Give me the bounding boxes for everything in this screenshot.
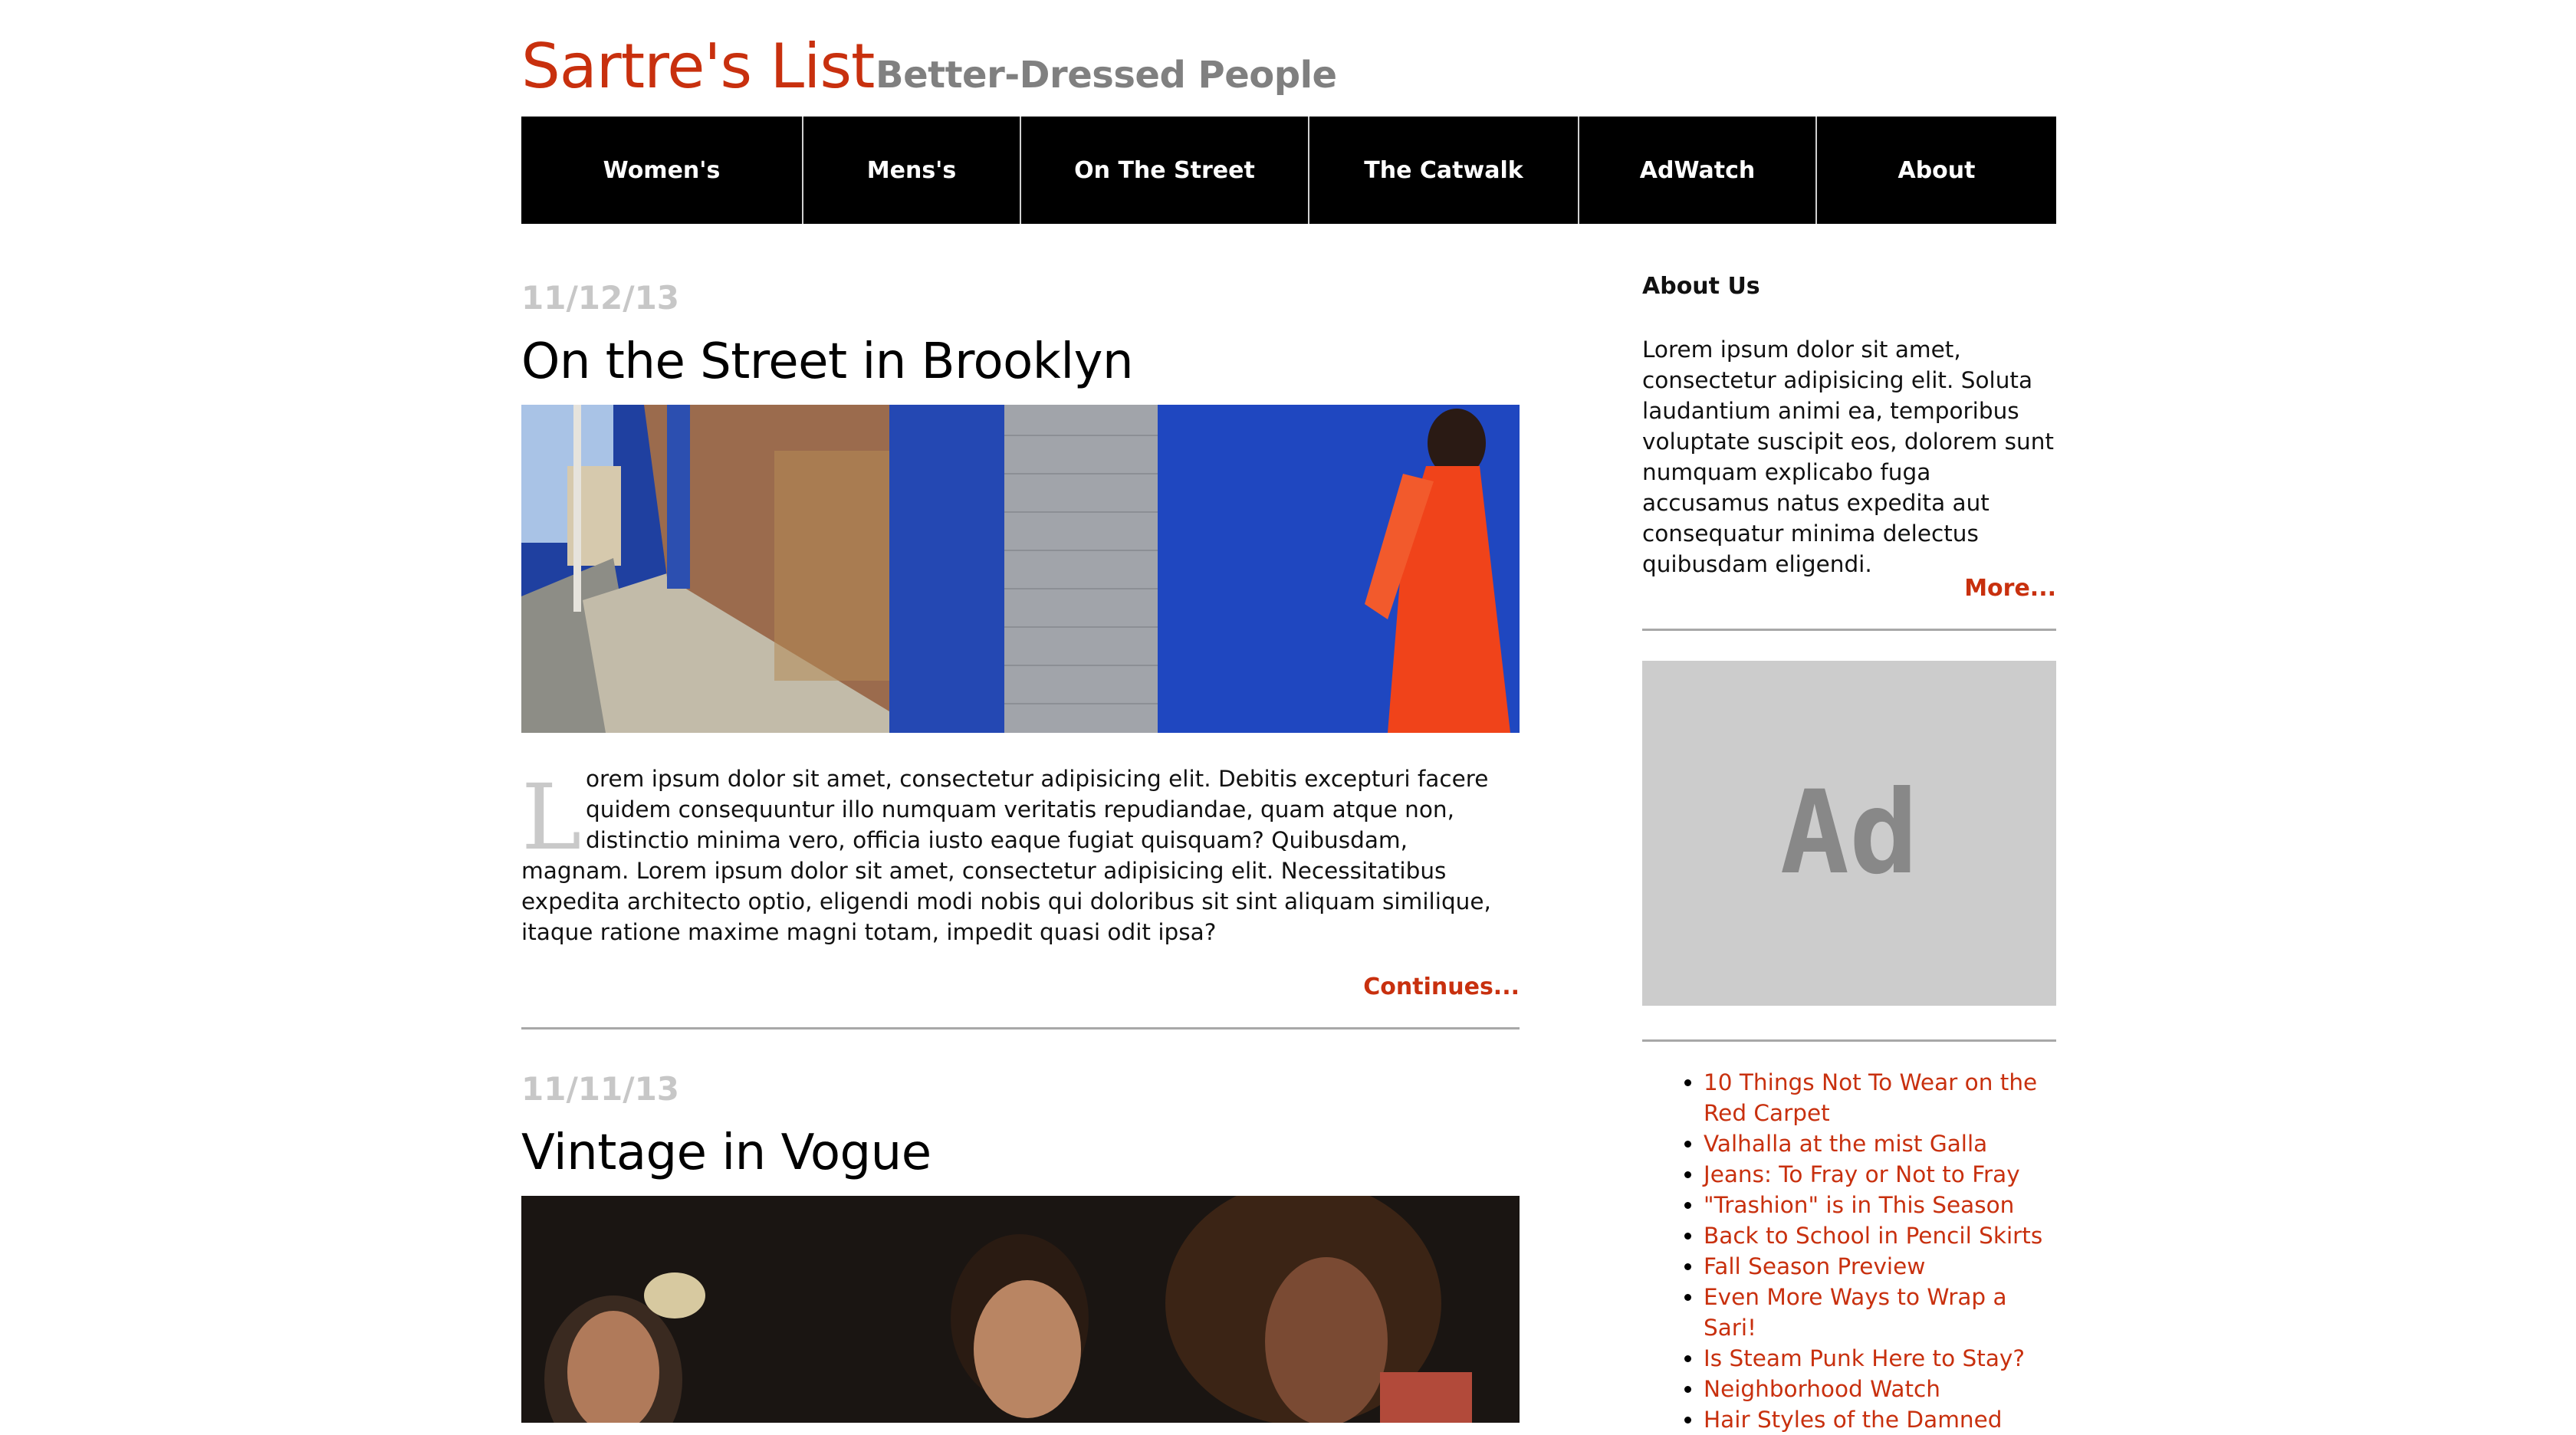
post-image[interactable] (521, 405, 1520, 733)
nav-item-womens[interactable]: Women's (521, 117, 803, 224)
article-link[interactable]: Back to School in Pencil Skirts (1704, 1223, 2042, 1249)
article-links-list: 10 Things Not To Wear on the Red Carpet … (1642, 1067, 2056, 1435)
article-link[interactable]: "Trashion" is in This Season (1704, 1192, 2014, 1218)
street-photo (521, 405, 1520, 733)
more-link[interactable]: More... (1964, 575, 2056, 602)
list-item: Valhalla at the mist Galla (1704, 1128, 2056, 1159)
list-item: Even More Ways to Wrap a Sari! (1704, 1282, 2056, 1343)
post-title[interactable]: Vintage in Vogue (521, 1125, 1520, 1181)
list-item: Jeans: To Fray or Not to Fray (1704, 1159, 2056, 1190)
post-excerpt: L orem ipsum dolor sit amet, consectetur… (521, 763, 1520, 947)
site-title[interactable]: Sartre's List (521, 31, 875, 102)
list-item: 10 Things Not To Wear on the Red Carpet (1704, 1067, 2056, 1128)
ad-label: Ad (1779, 767, 1919, 900)
list-item: Is Steam Punk Here to Stay? (1704, 1343, 2056, 1374)
drop-cap: L (521, 764, 582, 870)
sidebar-divider (1642, 1039, 2056, 1042)
post-date: 11/11/13 (521, 1070, 680, 1108)
nav-item-adwatch[interactable]: AdWatch (1579, 117, 1817, 224)
list-item: Neighborhood Watch (1704, 1374, 2056, 1404)
continues-link[interactable]: Continues... (521, 974, 1520, 1000)
article-link[interactable]: Jeans: To Fray or Not to Fray (1704, 1161, 2020, 1187)
post-image[interactable] (521, 1196, 1520, 1423)
post-header: 11/11/13 Vintage in Vogue (521, 1070, 1520, 1181)
list-item: "Trashion" is in This Season (1704, 1190, 2056, 1220)
article-link[interactable]: Even More Ways to Wrap a Sari! (1704, 1284, 2007, 1341)
post-date: 11/12/13 (521, 279, 680, 317)
list-item: Hair Styles of the Damned (1704, 1404, 2056, 1435)
post-header: 11/12/13 On the Street in Brooklyn (521, 279, 1520, 390)
nav-item-mens[interactable]: Mens's (803, 117, 1021, 224)
post-excerpt-text: orem ipsum dolor sit amet, consectetur a… (521, 766, 1491, 945)
nav-item-the-catwalk[interactable]: The Catwalk (1309, 117, 1579, 224)
site-tagline: Better-Dressed People (876, 54, 1337, 97)
post-title[interactable]: On the Street in Brooklyn (521, 333, 1520, 390)
sidebar-divider (1642, 629, 2056, 631)
about-text: Lorem ipsum dolor sit amet, consectetur … (1642, 337, 2054, 577)
ad-placeholder[interactable]: Ad (1642, 661, 2056, 1006)
article-link[interactable]: Hair Styles of the Damned (1704, 1407, 2003, 1433)
list-item: Fall Season Preview (1704, 1251, 2056, 1282)
party-photo (521, 1196, 1520, 1423)
main-nav: Women's Mens's On The Street The Catwalk… (521, 117, 2056, 224)
nav-item-about[interactable]: About (1817, 117, 2056, 224)
nav-item-on-the-street[interactable]: On The Street (1021, 117, 1309, 224)
article-link[interactable]: Valhalla at the mist Galla (1704, 1131, 1987, 1157)
list-item: Back to School in Pencil Skirts (1704, 1220, 2056, 1251)
post-divider (521, 1027, 1520, 1029)
article-link[interactable]: 10 Things Not To Wear on the Red Carpet (1704, 1069, 2037, 1126)
about-heading: About Us (1642, 273, 1760, 300)
article-link[interactable]: Neighborhood Watch (1704, 1376, 1940, 1402)
article-link[interactable]: Fall Season Preview (1704, 1253, 1925, 1279)
article-link[interactable]: Is Steam Punk Here to Stay? (1704, 1345, 2025, 1371)
